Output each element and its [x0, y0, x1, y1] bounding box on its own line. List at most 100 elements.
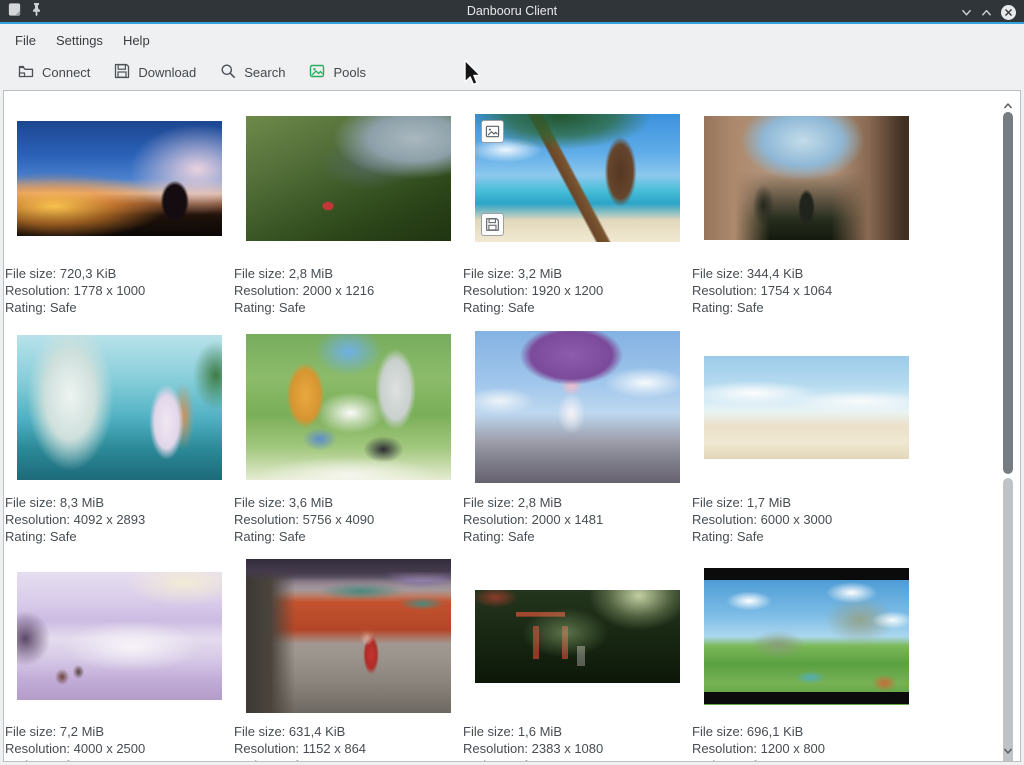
post-thumbnail-box	[692, 327, 921, 487]
file-size-line-label: File size:	[692, 724, 743, 739]
scroll-down-arrow-icon[interactable]	[1003, 743, 1013, 753]
rating-line-value: Safe	[737, 758, 764, 762]
resolution-line: Resolution: 2000 x 1216	[234, 282, 463, 299]
resolution-line: Resolution: 1754 x 1064	[692, 282, 921, 299]
post-thumbnail-white-tornado-dragon-girl[interactable]	[17, 335, 222, 480]
vertical-scrollbar[interactable]	[1002, 91, 1014, 761]
rating-line: Rating: Safe	[463, 299, 692, 316]
post-thumbnail-dark-forest-torii-light[interactable]	[475, 590, 680, 683]
rating-line-value: Safe	[50, 529, 77, 544]
file-size-line-value: 1,7 MiB	[747, 495, 791, 510]
post-caption: File size: 720,3 KiBResolution: 1778 x 1…	[5, 265, 234, 316]
post-card: File size: 7,2 MiBResolution: 4000 x 250…	[5, 556, 234, 762]
file-size-line-label: File size:	[463, 724, 514, 739]
close-button[interactable]	[1001, 5, 1016, 20]
post-caption: File size: 344,4 KiBResolution: 1754 x 1…	[692, 265, 921, 316]
rating-line-label: Rating:	[5, 529, 46, 544]
resolution-line-label: Resolution:	[692, 741, 757, 756]
post-thumbnail-two-girls-picnic[interactable]	[246, 334, 451, 480]
post-thumbnail-box	[234, 98, 463, 258]
maximize-button[interactable]	[981, 7, 992, 18]
post-thumbnail-box	[234, 327, 463, 487]
file-size-line: File size: 1,7 MiB	[692, 494, 921, 511]
file-size-line-label: File size:	[5, 266, 56, 281]
download-image-button[interactable]	[481, 213, 504, 236]
resolution-line: Resolution: 4000 x 2500	[5, 740, 234, 757]
resolution-line-value: 2383 x 1080	[532, 741, 604, 756]
post-caption: File size: 7,2 MiBResolution: 4000 x 250…	[5, 723, 234, 762]
rating-line: Rating: Safe	[234, 528, 463, 545]
download-button[interactable]: Download	[106, 58, 204, 87]
scrollbar-thumb[interactable]	[1003, 112, 1013, 474]
post-thumbnail-red-shrine-miko-dusk[interactable]	[246, 559, 451, 713]
search-button[interactable]: Search	[212, 58, 293, 87]
menu-settings[interactable]: Settings	[46, 29, 113, 52]
post-thumbnail-sunset-horizon-girl-silhouette[interactable]	[17, 121, 222, 236]
post-thumbnail-box	[463, 98, 692, 258]
rating-line-value: Safe	[279, 529, 306, 544]
file-size-line-value: 344,4 KiB	[747, 266, 803, 281]
pools-label: Pools	[333, 65, 366, 80]
post-thumbnail-purple-snowy-mountain-hikers[interactable]	[17, 572, 222, 700]
post-thumbnail-beach-palm-girl[interactable]	[475, 114, 680, 242]
post-card: File size: 696,1 KiBResolution: 1200 x 8…	[692, 556, 921, 762]
save-icon	[114, 63, 130, 82]
post-caption: File size: 3,6 MiBResolution: 5756 x 409…	[234, 494, 463, 545]
scrollbar-groove[interactable]	[1003, 478, 1013, 762]
file-size-line: File size: 3,6 MiB	[234, 494, 463, 511]
rating-line-value: Safe	[508, 758, 535, 762]
post-thumbnail-box	[463, 556, 692, 716]
post-thumbnail-purple-parasol-girl-rocks[interactable]	[475, 331, 680, 483]
connect-button[interactable]: Connect	[10, 58, 98, 87]
rating-line-value: Safe	[50, 300, 77, 315]
resolution-line-value: 1778 x 1000	[74, 283, 146, 298]
rating-line-value: Safe	[737, 300, 764, 315]
menubar: File Settings Help	[0, 26, 1024, 55]
post-thumbnail-forest-mountain-valley[interactable]	[246, 116, 451, 241]
rating-line-label: Rating:	[692, 758, 733, 762]
resolution-line-label: Resolution:	[463, 283, 528, 298]
rating-line: Rating: Safe	[5, 528, 234, 545]
resolution-line: Resolution: 1200 x 800	[692, 740, 921, 757]
file-size-line-value: 2,8 MiB	[518, 495, 562, 510]
resolution-line-value: 2000 x 1481	[532, 512, 604, 527]
file-size-line: File size: 344,4 KiB	[692, 265, 921, 282]
post-caption: File size: 696,1 KiBResolution: 1200 x 8…	[692, 723, 921, 762]
resolution-line-label: Resolution:	[234, 283, 299, 298]
post-grid-view: File size: 720,3 KiBResolution: 1778 x 1…	[3, 90, 1021, 762]
post-thumbnail-pale-sky-sand-dunes[interactable]	[704, 356, 909, 459]
menu-help[interactable]: Help	[113, 29, 160, 52]
file-size-line-value: 696,1 KiB	[747, 724, 803, 739]
file-size-line-value: 3,2 MiB	[518, 266, 562, 281]
file-size-line: File size: 3,2 MiB	[463, 265, 692, 282]
resolution-line-value: 2000 x 1216	[303, 283, 375, 298]
resolution-line: Resolution: 4092 x 2893	[5, 511, 234, 528]
file-size-line-value: 631,4 KiB	[289, 724, 345, 739]
post-thumbnail-box	[234, 556, 463, 716]
post-card: File size: 3,2 MiBResolution: 1920 x 120…	[463, 98, 692, 327]
scroll-up-arrow-icon[interactable]	[1003, 98, 1013, 108]
menu-file[interactable]: File	[5, 29, 46, 52]
post-thumbnail-green-plains-stone-arches-letterbox[interactable]	[704, 568, 909, 705]
post-thumbnail-canyon-cliff-figures[interactable]	[704, 116, 909, 240]
search-icon	[220, 63, 236, 82]
rating-line-value: Safe	[279, 300, 306, 315]
toolbar: Connect Download Search Po	[0, 55, 1024, 90]
post-card: File size: 344,4 KiBResolution: 1754 x 1…	[692, 98, 921, 327]
rating-line: Rating: Safe	[692, 528, 921, 545]
resolution-line-label: Resolution:	[692, 512, 757, 527]
resolution-line: Resolution: 5756 x 4090	[234, 511, 463, 528]
post-card: File size: 720,3 KiBResolution: 1778 x 1…	[5, 98, 234, 327]
view-image-button[interactable]	[481, 120, 504, 143]
pools-button[interactable]: Pools	[301, 58, 374, 87]
rating-line-value: Safe	[508, 529, 535, 544]
post-card: File size: 631,4 KiBResolution: 1152 x 8…	[234, 556, 463, 762]
post-card: File size: 1,6 MiBResolution: 2383 x 108…	[463, 556, 692, 762]
minimize-button[interactable]	[961, 7, 972, 18]
file-size-line-label: File size:	[692, 495, 743, 510]
titlebar: Danbooru Client	[0, 0, 1024, 24]
resolution-line-label: Resolution:	[463, 741, 528, 756]
resolution-line-value: 4092 x 2893	[74, 512, 146, 527]
resolution-line: Resolution: 1920 x 1200	[463, 282, 692, 299]
file-size-line: File size: 1,6 MiB	[463, 723, 692, 740]
